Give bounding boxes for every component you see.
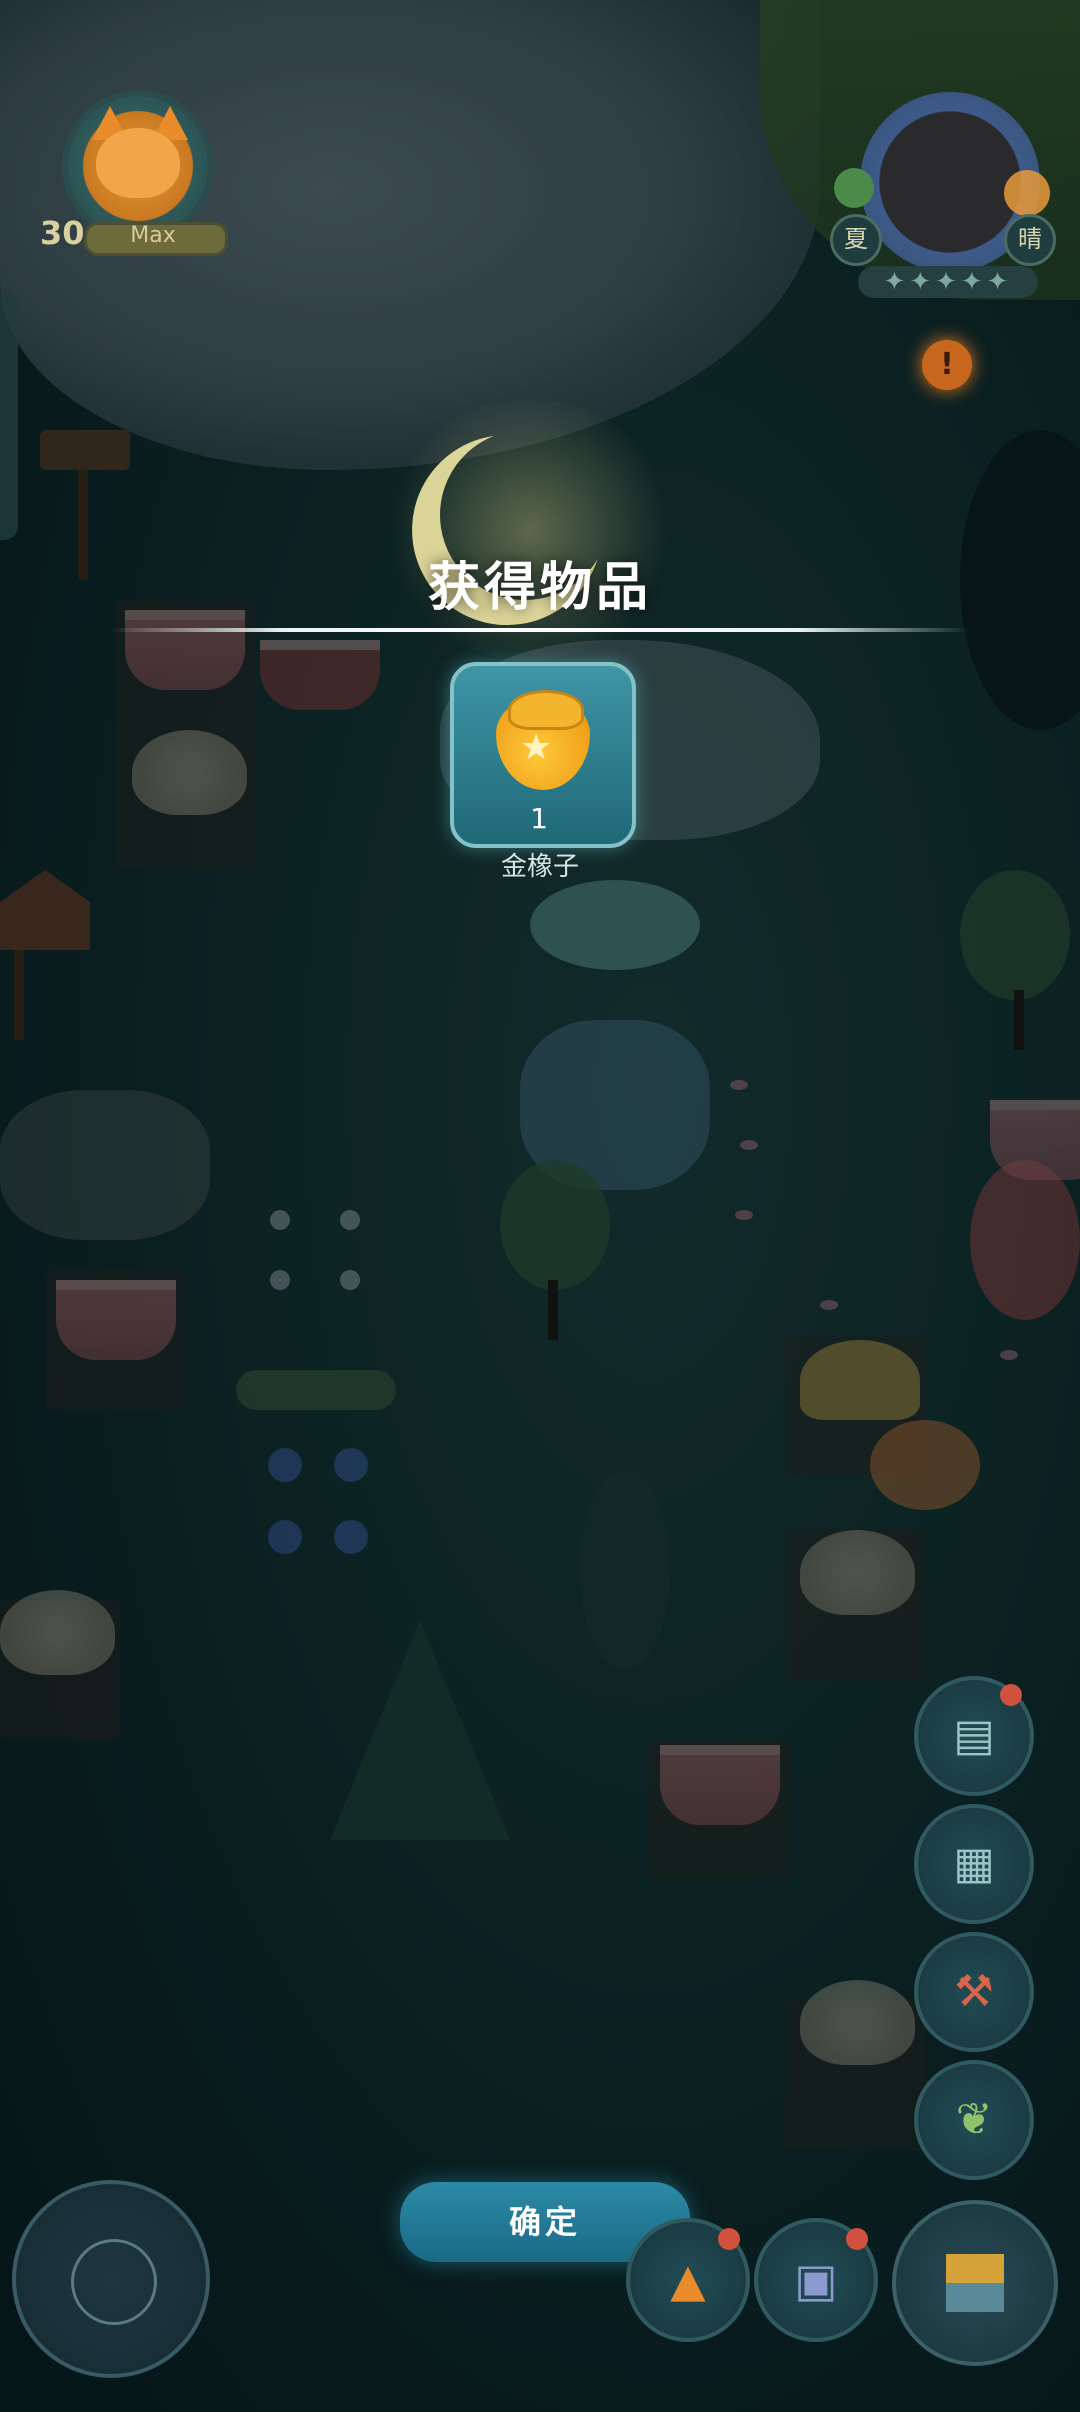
tree-icon <box>834 168 874 208</box>
net-bag[interactable] <box>800 1980 915 2065</box>
notification-badge <box>846 2228 868 2250</box>
fox-face-icon <box>96 128 180 198</box>
pine-tree[interactable] <box>330 1620 510 1840</box>
net-bag[interactable] <box>132 730 247 815</box>
side-drawer-tab[interactable] <box>0 290 18 540</box>
weather-badge: 晴 <box>1004 214 1056 266</box>
backpack-button[interactable]: ▣ <box>754 2218 878 2342</box>
player-level: 30 <box>40 214 85 252</box>
popup-title: 获得物品 <box>427 558 652 618</box>
custard-mound[interactable] <box>800 1340 920 1420</box>
petal <box>730 1080 748 1090</box>
slim-tree[interactable] <box>580 1470 670 1670</box>
stone-path <box>0 1090 210 1240</box>
journal-button[interactable]: ▤ <box>914 1676 1034 1796</box>
carrot[interactable] <box>870 1420 980 1510</box>
basket[interactable] <box>660 1745 780 1825</box>
birdhouse[interactable] <box>0 870 90 950</box>
white-flower <box>270 1210 290 1230</box>
moon-compass-button[interactable] <box>12 2180 210 2378</box>
tree-trunk <box>1014 990 1024 1050</box>
blue-flower <box>334 1448 368 1482</box>
blue-flower <box>334 1520 368 1554</box>
hammer-icon: ⚒ <box>954 1966 994 2017</box>
garden-scene <box>0 0 1080 2412</box>
net-bag[interactable] <box>0 1590 115 1675</box>
season-badge: 夏 <box>830 214 882 266</box>
notification-badge <box>718 2228 740 2250</box>
petal <box>735 1210 753 1220</box>
red-gourd[interactable] <box>970 1160 1080 1320</box>
sushi-dish[interactable] <box>530 880 700 970</box>
compass-icon <box>917 2225 1033 2341</box>
flower-bed[interactable] <box>236 1370 396 1410</box>
player-avatar[interactable] <box>68 96 208 236</box>
sprout-icon: ❦ <box>955 2094 993 2145</box>
hammer-button[interactable]: ⚒ <box>914 1932 1034 2052</box>
petal <box>820 1300 838 1310</box>
fruit-tree[interactable] <box>960 870 1070 1000</box>
item-name: 金橡子 <box>500 852 579 882</box>
sun-icon <box>1004 170 1050 216</box>
petal <box>740 1140 758 1150</box>
golden-acorn-icon: ★ <box>496 690 590 790</box>
basket[interactable] <box>990 1100 1080 1180</box>
white-flower <box>340 1270 360 1290</box>
acorn-cap <box>508 690 584 730</box>
signpost[interactable] <box>40 430 130 470</box>
pet-button[interactable]: ▲ <box>626 2218 750 2342</box>
item-quantity: 1 <box>530 802 548 835</box>
alert-icon[interactable]: ! <box>922 340 972 390</box>
collection-button[interactable]: ▦ <box>914 1804 1034 1924</box>
tomato-crate[interactable] <box>260 640 380 710</box>
blue-flower <box>268 1520 302 1554</box>
title-divider <box>110 628 970 632</box>
tree-trunk <box>548 1280 558 1340</box>
notification-badge <box>1000 1684 1022 1706</box>
net-bag[interactable] <box>800 1530 915 1615</box>
white-flower <box>270 1270 290 1290</box>
compass-button[interactable] <box>892 2200 1058 2366</box>
blue-flower <box>268 1448 302 1482</box>
petal <box>1000 1350 1018 1360</box>
level-status: Max <box>130 223 176 248</box>
star-rating: ✦✦✦✦✦ <box>858 266 1038 298</box>
basket[interactable] <box>125 610 245 690</box>
birdhouse-pole <box>14 950 24 1040</box>
sprout-button[interactable]: ❦ <box>914 2060 1034 2180</box>
moon-dial-icon <box>71 2239 157 2325</box>
star-icon: ★ <box>520 727 553 768</box>
grid-c-icon: ▦ <box>953 1838 995 1889</box>
round-tree[interactable] <box>500 1160 610 1290</box>
basket[interactable] <box>56 1280 176 1360</box>
white-flower <box>340 1210 360 1230</box>
